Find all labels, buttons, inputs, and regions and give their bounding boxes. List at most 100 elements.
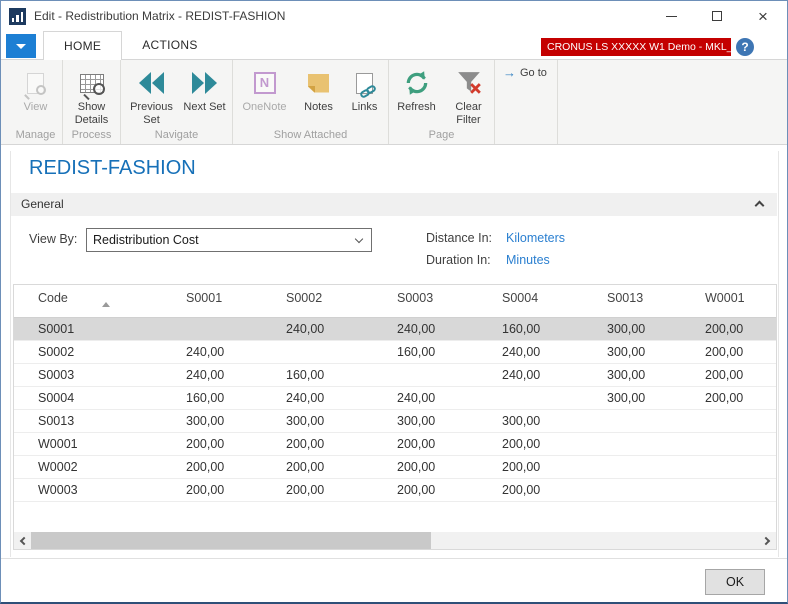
matrix-cell[interactable]: [186, 318, 286, 340]
horizontal-scrollbar[interactable]: [14, 532, 776, 549]
refresh-button[interactable]: Refresh: [390, 63, 444, 128]
matrix-cell[interactable]: 200,00: [705, 341, 776, 363]
previous-set-button[interactable]: Previous Set: [124, 63, 180, 128]
matrix-row[interactable]: S0004 160,00 240,00 240,00 300,00 200,00: [14, 387, 776, 410]
matrix-cell[interactable]: 200,00: [705, 387, 776, 409]
help-icon[interactable]: ?: [736, 38, 754, 56]
matrix-cell[interactable]: 300,00: [607, 387, 705, 409]
column-header-s0004[interactable]: S0004: [502, 285, 607, 317]
matrix-cell[interactable]: 300,00: [607, 341, 705, 363]
matrix-cell[interactable]: 160,00: [502, 318, 607, 340]
next-set-button[interactable]: Next Set: [180, 63, 230, 128]
matrix-cell[interactable]: 240,00: [397, 387, 502, 409]
column-header-code[interactable]: Code: [14, 285, 186, 317]
matrix-row-code: W0003: [14, 479, 186, 501]
duration-in-value-link[interactable]: Minutes: [506, 253, 550, 267]
matrix-cell[interactable]: [705, 433, 776, 455]
matrix-header-row: Code S0001 S0002 S0003 S0004 S0013 W0001: [14, 285, 776, 318]
matrix-cell[interactable]: [607, 479, 705, 501]
close-button[interactable]: ×: [740, 1, 786, 31]
matrix-cell[interactable]: 200,00: [286, 479, 397, 501]
matrix-cell[interactable]: 240,00: [186, 341, 286, 363]
matrix-cell[interactable]: 200,00: [397, 456, 502, 478]
matrix-row[interactable]: W0001 200,00 200,00 200,00 200,00: [14, 433, 776, 456]
matrix-cell[interactable]: 240,00: [397, 318, 502, 340]
matrix-cell[interactable]: 300,00: [502, 410, 607, 432]
matrix-row[interactable]: S0002 240,00 160,00 240,00 300,00 200,00: [14, 341, 776, 364]
matrix-cell[interactable]: 240,00: [502, 364, 607, 386]
matrix-cell[interactable]: 200,00: [186, 479, 286, 501]
column-header-s0002[interactable]: S0002: [286, 285, 397, 317]
page-title: REDIST-FASHION: [29, 157, 196, 180]
scroll-right-button[interactable]: [759, 532, 776, 549]
matrix-cell[interactable]: 200,00: [186, 456, 286, 478]
matrix-cell[interactable]: 240,00: [286, 318, 397, 340]
column-header-w0001[interactable]: W0001: [705, 285, 776, 317]
matrix-cell[interactable]: 200,00: [502, 433, 607, 455]
matrix-row-code: S0003: [14, 364, 186, 386]
maximize-button[interactable]: [694, 1, 740, 31]
matrix-cell[interactable]: 200,00: [186, 433, 286, 455]
matrix-cell[interactable]: [607, 410, 705, 432]
matrix-row[interactable]: W0003 200,00 200,00 200,00 200,00: [14, 479, 776, 502]
distance-in-value-link[interactable]: Kilometers: [506, 231, 565, 245]
matrix-cell[interactable]: 160,00: [286, 364, 397, 386]
matrix-cell[interactable]: 200,00: [397, 479, 502, 501]
matrix-cell[interactable]: [705, 410, 776, 432]
matrix-cell[interactable]: 200,00: [286, 456, 397, 478]
column-header-s0013[interactable]: S0013: [607, 285, 705, 317]
sort-ascending-icon: [102, 302, 110, 307]
column-header-s0003[interactable]: S0003: [397, 285, 502, 317]
matrix-cell[interactable]: 240,00: [502, 341, 607, 363]
matrix-cell[interactable]: [705, 479, 776, 501]
matrix-cell[interactable]: [502, 387, 607, 409]
minimize-button[interactable]: [648, 1, 694, 31]
matrix-cell[interactable]: 240,00: [186, 364, 286, 386]
matrix-cell[interactable]: 200,00: [705, 318, 776, 340]
show-details-button[interactable]: Show Details: [64, 63, 120, 128]
matrix-cell[interactable]: [286, 341, 397, 363]
matrix-cell[interactable]: 200,00: [502, 479, 607, 501]
matrix-cell[interactable]: 300,00: [607, 364, 705, 386]
column-header-s0001[interactable]: S0001: [186, 285, 286, 317]
matrix-row[interactable]: S0003 240,00 160,00 240,00 300,00 200,00: [14, 364, 776, 387]
matrix-cell[interactable]: [705, 456, 776, 478]
matrix-row-code: W0002: [14, 456, 186, 478]
group-label-process: Process: [63, 128, 120, 144]
matrix-row[interactable]: S0001 240,00 240,00 160,00 300,00 200,00: [14, 318, 776, 341]
tab-home[interactable]: HOME: [43, 31, 122, 60]
tab-actions[interactable]: ACTIONS: [122, 31, 217, 59]
notes-button[interactable]: Notes: [295, 63, 343, 128]
matrix-cell[interactable]: 200,00: [397, 433, 502, 455]
matrix-cell[interactable]: 300,00: [286, 410, 397, 432]
clear-filter-button[interactable]: Clear Filter: [444, 63, 494, 128]
ok-button[interactable]: OK: [705, 569, 765, 595]
matrix-row[interactable]: S0013 300,00 300,00 300,00 300,00: [14, 410, 776, 433]
matrix-cell[interactable]: [607, 433, 705, 455]
goto-button[interactable]: → Go to: [503, 66, 547, 79]
general-section-header[interactable]: General: [11, 193, 777, 216]
scrollbar-thumb[interactable]: [31, 532, 431, 549]
matrix-cell[interactable]: [397, 364, 502, 386]
matrix-cell[interactable]: 200,00: [705, 364, 776, 386]
scroll-left-button[interactable]: [14, 532, 31, 549]
show-details-icon: [80, 74, 104, 93]
matrix-cell[interactable]: 200,00: [502, 456, 607, 478]
matrix-cell[interactable]: 200,00: [286, 433, 397, 455]
view-by-select[interactable]: Redistribution Cost: [86, 228, 372, 252]
matrix-cell[interactable]: 160,00: [397, 341, 502, 363]
matrix-cell[interactable]: 160,00: [186, 387, 286, 409]
matrix-cell[interactable]: [607, 456, 705, 478]
onenote-icon: N: [254, 72, 276, 94]
next-set-icon: [192, 65, 217, 101]
view-button: View: [11, 63, 61, 128]
matrix-cell[interactable]: 240,00: [286, 387, 397, 409]
matrix-row[interactable]: W0002 200,00 200,00 200,00 200,00: [14, 456, 776, 479]
onenote-button: N OneNote: [235, 63, 295, 128]
matrix-cell[interactable]: 300,00: [186, 410, 286, 432]
matrix-cell[interactable]: 300,00: [607, 318, 705, 340]
matrix-cell[interactable]: 300,00: [397, 410, 502, 432]
app-menu-button[interactable]: [6, 34, 36, 58]
ribbon: View Manage Show Details Process Previou…: [1, 59, 787, 145]
links-button[interactable]: Links: [343, 63, 387, 128]
